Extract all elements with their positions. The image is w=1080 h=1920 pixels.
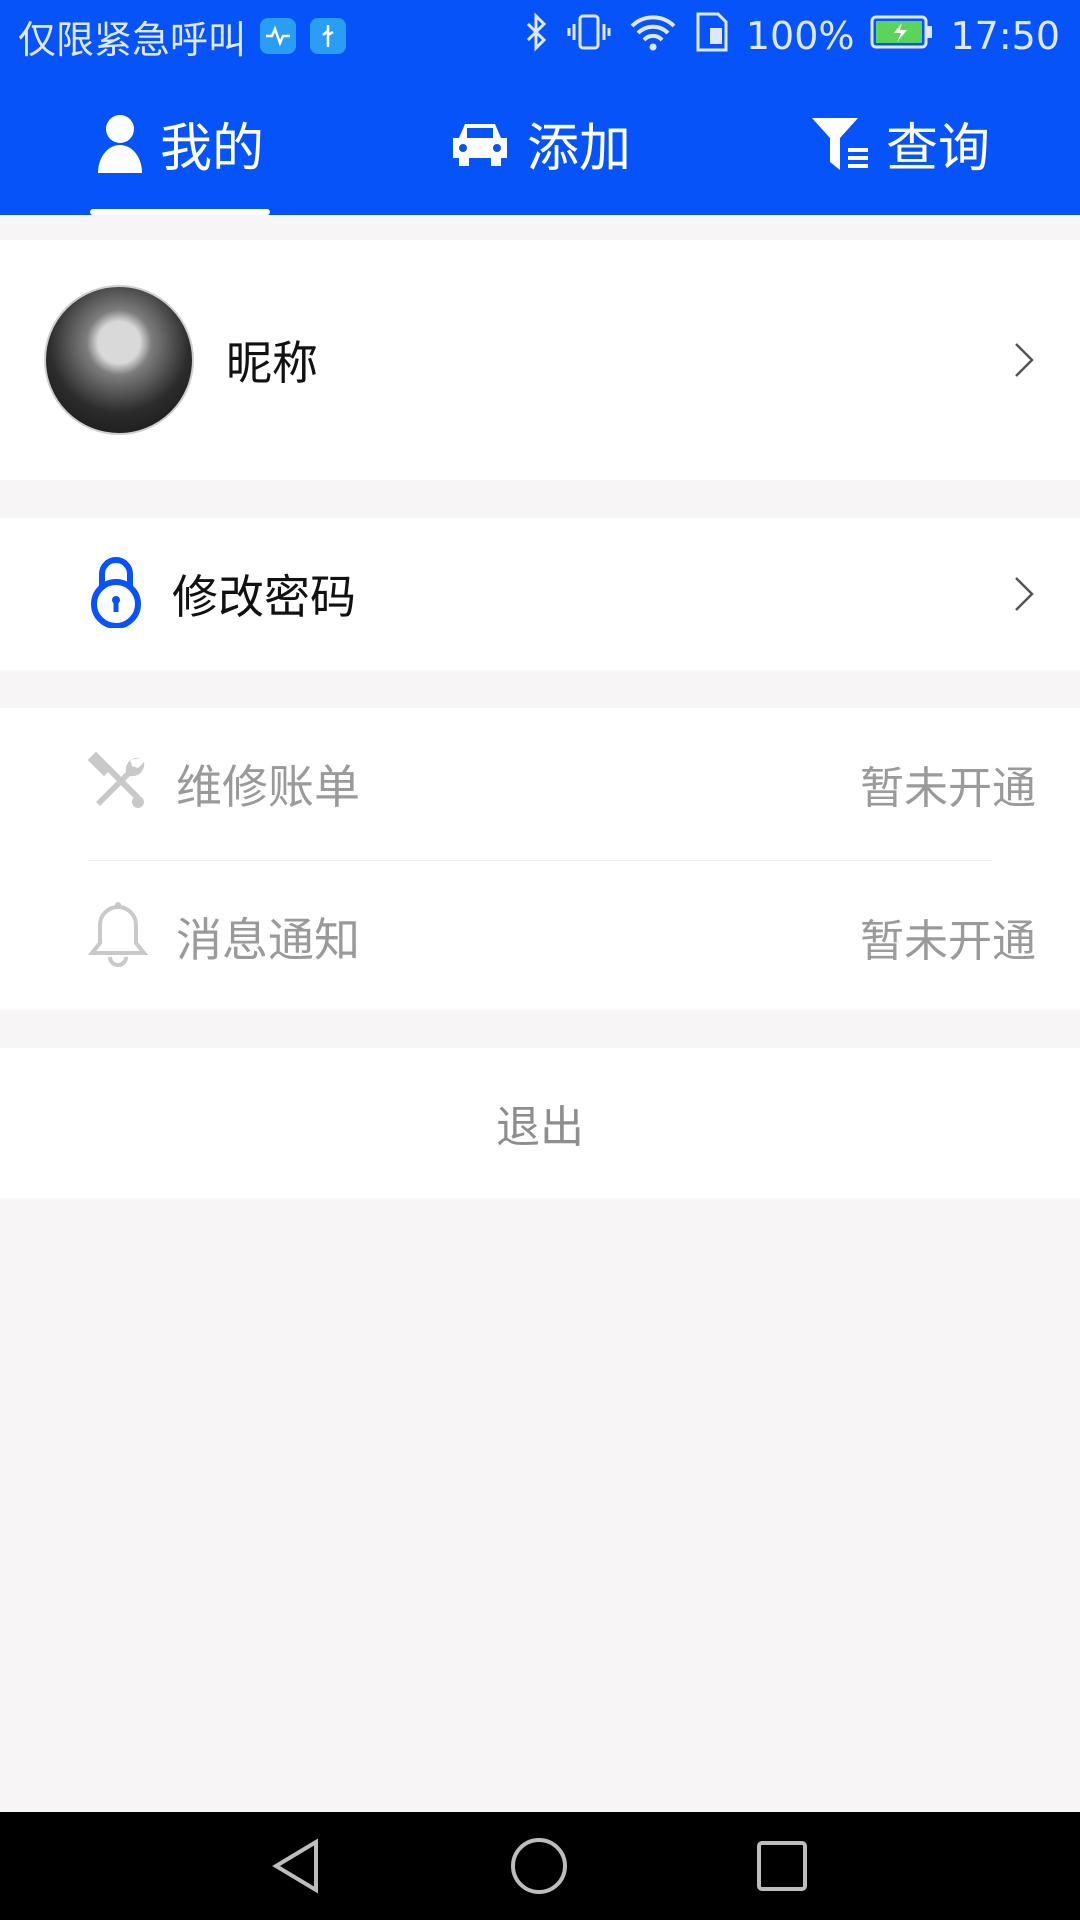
change-password-label: 修改密码 [172,570,356,624]
status-left: 仅限紧急呼叫 [18,9,347,64]
tab-add-label: 添加 [526,119,631,179]
car-icon [449,118,511,170]
tab-query[interactable]: 查询 [720,72,1080,215]
tab-mine-label: 我的 [159,119,264,179]
status-bar: 仅限紧急呼叫 100% 17:50 [0,0,1080,72]
tab-query-label: 查询 [885,119,990,179]
system-nav-bar [0,1812,1080,1920]
carrier-text: 仅限紧急呼叫 [18,17,247,62]
change-password-row[interactable]: 修改密码 [0,518,1080,670]
bell-icon [87,901,149,973]
usb-icon [310,18,347,54]
tab-mine[interactable]: 我的 [0,72,360,215]
repair-bill-status: 暂未开通 [860,763,1036,814]
clock: 17:50 [950,14,1060,58]
wifi-icon [628,12,678,61]
notifications-row[interactable]: 消息通知 暂未开通 [0,861,1080,1013]
sim-icon [694,12,730,61]
notifications-status: 暂未开通 [860,916,1036,967]
avatar[interactable] [44,285,194,435]
health-app-icon [260,18,297,54]
lock-icon [88,556,144,632]
person-icon [96,113,144,175]
battery-icon [870,14,934,58]
logout-row[interactable]: 退出 [0,1048,1080,1198]
status-right: 100% 17:50 [522,11,1060,61]
home-icon[interactable] [510,1837,568,1895]
repair-bill-label: 维修账单 [176,760,360,814]
chevron-right-icon [1012,340,1036,380]
tools-icon [87,751,148,816]
feature-group: 维修账单 暂未开通 消息通知 暂未开通 [0,708,1080,1010]
nickname: 昵称 [226,336,318,390]
filter-icon [810,114,870,174]
top-tab-bar: 我的 添加 查询 [0,72,1080,215]
profile-row[interactable]: 昵称 [0,240,1080,480]
repair-bill-row[interactable]: 维修账单 暂未开通 [0,708,1080,860]
tab-add[interactable]: 添加 [360,72,720,215]
battery-percent: 100% [745,14,855,58]
recents-icon[interactable] [756,1840,808,1892]
bluetooth-icon [522,11,550,61]
vibrate-icon [566,12,612,61]
logout-button[interactable]: 退出 [496,1091,584,1155]
notifications-label: 消息通知 [176,913,360,967]
chevron-right-icon [1012,574,1036,614]
back-icon[interactable] [272,1838,322,1894]
